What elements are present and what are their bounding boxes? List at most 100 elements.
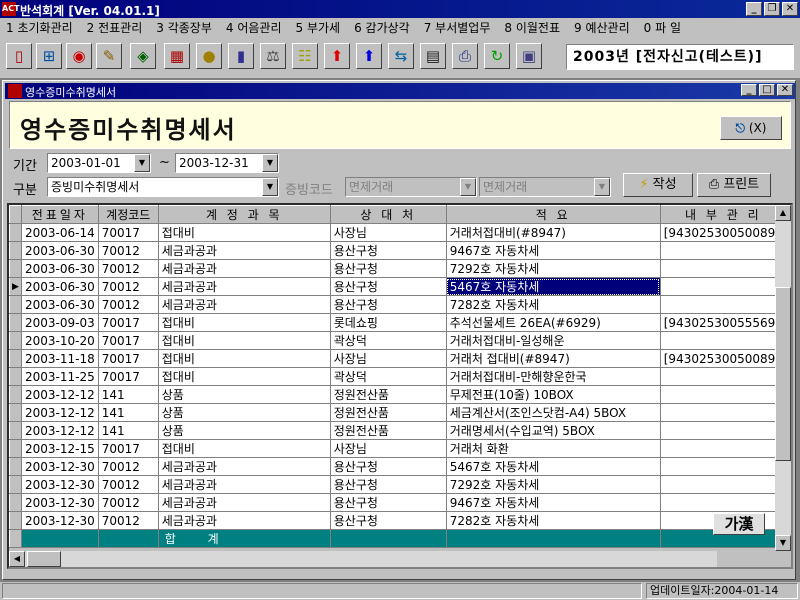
table-row[interactable]: ▶ 2003-06-30 70012 세금과공과 용산구청 5467호 자동차세 xyxy=(9,277,787,296)
transfer-icon[interactable]: ⇆ xyxy=(388,43,414,69)
books-icon[interactable]: ▮ xyxy=(228,43,254,69)
col-header-account-code[interactable]: 계정코드 xyxy=(97,205,159,224)
cell-internal[interactable] xyxy=(660,331,787,350)
table-row[interactable]: 2003-12-30 70012 세금과공과 용산구청 7282호 자동차세 xyxy=(9,511,787,530)
abacus-icon[interactable]: ▦ xyxy=(164,43,190,69)
cell-description[interactable]: 무제전표(10줄) 10BOX xyxy=(446,385,661,404)
cell-description[interactable]: 7292호 자동차세 xyxy=(446,259,661,278)
cell-account-name[interactable]: 접대비 xyxy=(158,313,331,332)
row-selector[interactable] xyxy=(9,493,22,512)
org-tree-icon[interactable]: ⊞ xyxy=(36,43,62,69)
cell-account-code[interactable]: 70012 xyxy=(98,457,159,476)
printer-icon[interactable]: ⎙ xyxy=(452,43,478,69)
row-selector[interactable] xyxy=(9,295,22,314)
cell-counterparty[interactable]: 용산구청 xyxy=(330,493,447,512)
cell-date[interactable]: 2003-12-30 xyxy=(21,475,99,494)
date-to-combo[interactable]: 2003-12-31 ▼ xyxy=(175,153,279,173)
type-combo[interactable]: 증빙미수취명세서 ▼ xyxy=(47,177,279,197)
cell-account-name[interactable]: 접대비 xyxy=(158,331,331,350)
row-selector[interactable] xyxy=(9,457,22,476)
restore-button[interactable]: ❐ xyxy=(764,2,780,16)
table-row[interactable]: 2003-12-15 70017 접대비 사장님 거래처 화환 xyxy=(9,439,787,458)
minimize-button[interactable]: _ xyxy=(746,2,762,16)
current-row-indicator-icon[interactable]: ▶ xyxy=(9,277,22,296)
cell-counterparty[interactable]: 롯데쇼핑 xyxy=(330,313,447,332)
cell-description[interactable]: 9467호 자동차세 xyxy=(446,241,661,260)
cell-description[interactable]: 거래명세서(수입교역) 5BOX xyxy=(446,421,661,440)
vertical-scroll-thumb[interactable] xyxy=(775,287,791,461)
cell-internal[interactable]: [943025300555692 xyxy=(660,313,787,332)
table-row[interactable]: 2003-09-03 70017 접대비 롯데쇼핑 추석선물세트 26EA(#6929)… xyxy=(9,313,787,332)
location-pin-icon[interactable]: ◉ xyxy=(66,43,92,69)
cell-account-code[interactable]: 70017 xyxy=(98,331,159,350)
row-selector[interactable] xyxy=(9,439,22,458)
col-header-account-name[interactable]: 계 정 과 목 xyxy=(157,205,331,224)
arrow-up-red-icon[interactable]: ⬆ xyxy=(324,43,350,69)
cell-description[interactable]: 추석선물세트 26EA(#6929) xyxy=(446,313,661,332)
cell-counterparty[interactable]: 정원전산품 xyxy=(330,421,447,440)
cell-counterparty[interactable]: 용산구청 xyxy=(330,259,447,278)
row-selector[interactable] xyxy=(9,421,22,440)
cell-account-code[interactable]: 141 xyxy=(98,403,159,422)
cell-counterparty[interactable]: 곽상덕 xyxy=(330,331,447,350)
cell-counterparty[interactable]: 정원전산품 xyxy=(330,385,447,404)
scroll-left-arrow-icon[interactable]: ◀ xyxy=(9,551,25,567)
chevron-down-icon[interactable]: ▼ xyxy=(134,154,150,172)
cell-account-code[interactable]: 70012 xyxy=(98,295,159,314)
horizontal-scrollbar[interactable]: ◀ xyxy=(9,551,717,567)
cell-date[interactable]: 2003-11-18 xyxy=(21,349,99,368)
cell-account-name[interactable]: 세금과공과 xyxy=(158,295,331,314)
cell-account-name[interactable]: 접대비 xyxy=(158,367,331,386)
cell-internal[interactable] xyxy=(660,493,787,512)
cell-date[interactable]: 2003-09-03 xyxy=(21,313,99,332)
cell-account-name[interactable]: 세금과공과 xyxy=(158,259,331,278)
cell-account-name[interactable]: 세금과공과 xyxy=(158,493,331,512)
cell-description[interactable]: 9467호 자동차세 xyxy=(446,493,661,512)
cell-account-code[interactable]: 70012 xyxy=(98,475,159,494)
cell-counterparty[interactable]: 사장님 xyxy=(330,223,447,242)
child-close-button[interactable]: ✕ xyxy=(777,84,793,96)
row-selector[interactable] xyxy=(9,349,22,368)
cell-counterparty[interactable]: 용산구청 xyxy=(330,475,447,494)
child-maximize-button[interactable]: □ xyxy=(759,84,775,96)
row-selector[interactable] xyxy=(9,241,22,260)
cell-counterparty[interactable]: 용산구청 xyxy=(330,241,447,260)
cell-date[interactable]: 2003-06-30 xyxy=(21,241,99,260)
cell-description[interactable]: 5467호 자동차세 xyxy=(446,277,661,296)
balance-scale-icon[interactable]: ⚖ xyxy=(260,43,286,69)
table-row[interactable]: 2003-12-12 141 상품 정원전산품 거래명세서(수입교역) 5BOX xyxy=(9,421,787,440)
table-row[interactable]: 2003-12-12 141 상품 정원전산품 무제전표(10줄) 10BOX xyxy=(9,385,787,404)
cell-date[interactable]: 2003-12-12 xyxy=(21,403,99,422)
cell-account-code[interactable]: 70012 xyxy=(98,277,159,296)
cell-description[interactable]: 거래처접대비-만해향운한국 xyxy=(446,367,661,386)
exit-door-icon[interactable]: ▯ xyxy=(6,43,32,69)
cell-account-name[interactable]: 세금과공과 xyxy=(158,475,331,494)
cell-date[interactable]: 2003-10-20 xyxy=(21,331,99,350)
cell-internal[interactable] xyxy=(660,241,787,260)
row-selector[interactable] xyxy=(9,259,22,278)
cell-account-name[interactable]: 접대비 xyxy=(158,439,331,458)
cell-internal[interactable] xyxy=(660,367,787,386)
table-row[interactable]: 2003-06-30 70012 세금과공과 용산구청 7282호 자동차세 xyxy=(9,295,787,314)
cell-description[interactable]: 7292호 자동차세 xyxy=(446,475,661,494)
ime-indicator[interactable]: 가漢 xyxy=(713,513,765,535)
table-row[interactable]: 2003-06-30 70012 세금과공과 용산구청 9467호 자동차세 xyxy=(9,241,787,260)
menu-ledgers[interactable]: 3 각종장부 xyxy=(156,19,212,36)
cell-counterparty[interactable]: 용산구청 xyxy=(330,457,447,476)
row-selector[interactable] xyxy=(9,511,22,530)
menu-voucher[interactable]: 2 전표관리 xyxy=(87,19,143,36)
cell-internal[interactable]: [943025300500894 xyxy=(660,223,787,242)
table-row[interactable]: 2003-10-20 70017 접대비 곽상덕 거래처접대비-일성해운 xyxy=(9,331,787,350)
cell-description[interactable]: 7282호 자동차세 xyxy=(446,295,661,314)
col-header-description[interactable]: 적 요 xyxy=(445,205,661,224)
col-header-date[interactable]: 전표일자 xyxy=(21,205,99,224)
cell-description[interactable]: 7282호 자동차세 xyxy=(446,511,661,530)
row-selector[interactable] xyxy=(9,475,22,494)
cell-internal[interactable] xyxy=(660,439,787,458)
table-row[interactable]: 2003-06-30 70012 세금과공과 용산구청 7292호 자동차세 xyxy=(9,259,787,278)
cell-account-code[interactable]: 70017 xyxy=(98,439,159,458)
cell-account-name[interactable]: 상품 xyxy=(158,403,331,422)
cell-internal[interactable] xyxy=(660,277,787,296)
cell-internal[interactable] xyxy=(660,295,787,314)
cell-account-name[interactable]: 접대비 xyxy=(158,349,331,368)
